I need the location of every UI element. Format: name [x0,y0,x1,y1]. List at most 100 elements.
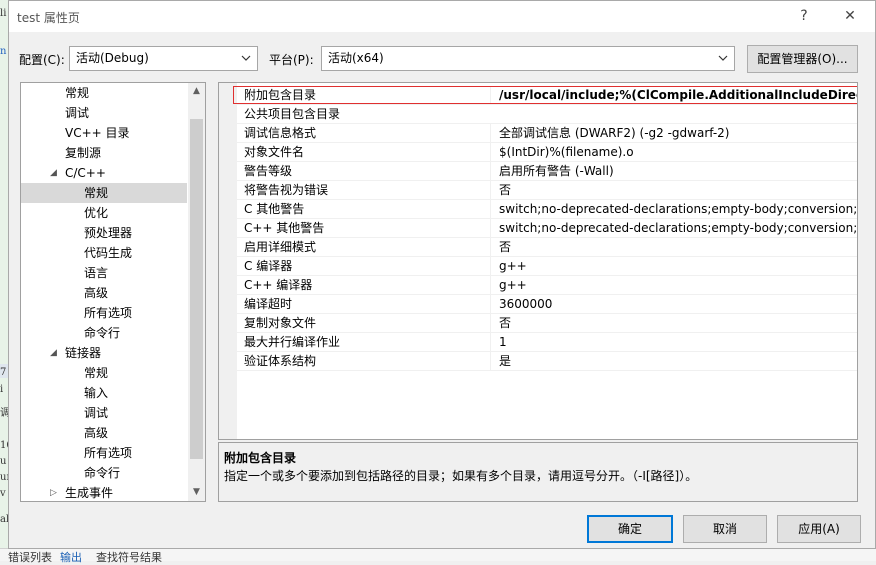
help-button[interactable]: ? [791,5,817,27]
property-name: 将警告视为错误 [244,183,329,197]
tree-item[interactable]: 代码生成 [21,243,187,263]
property-value[interactable]: 否 [490,181,857,199]
tree-item[interactable]: 所有选项 [21,303,187,323]
config-manager-button[interactable]: 配置管理器(O)... [747,45,858,73]
bg-fragment: v [0,488,6,499]
tree-item-label: C/C++ [65,166,106,180]
tree-item-label: VC++ 目录 [65,126,130,140]
property-value[interactable]: switch;no-deprecated-declarations;empty-… [490,200,857,218]
property-row[interactable]: 将警告视为错误 否 [219,181,857,200]
tree-item-label: 所有选项 [84,306,133,320]
cancel-button[interactable]: 取消 [683,515,767,543]
bg-fragment: 7 [0,367,7,378]
property-name: C 其他警告 [244,202,305,216]
tree-item[interactable]: 语言 [21,263,187,283]
bg-fragment: i [0,384,4,395]
property-pages-dialog: test 属性页 ? ✕ 配置(C): 活动(Debug) 平台(P): 活动(… [8,0,876,549]
bg-tab-find-symbol[interactable]: 查找符号结果 [96,549,162,565]
property-value[interactable]: 是 [490,352,857,370]
tree-item[interactable]: 预处理器 [21,223,187,243]
property-value[interactable]: switch;no-deprecated-declarations;empty-… [490,219,857,237]
property-row[interactable]: C 编译器 g++ [219,257,857,276]
property-row[interactable]: 调试信息格式 全部调试信息 (DWARF2) (-g2 -gdwarf-2) [219,124,857,143]
property-name: 复制对象文件 [244,316,317,330]
scroll-thumb[interactable] [190,119,203,459]
tree-item[interactable]: 调试 [21,103,187,123]
tree-item[interactable]: VC++ 目录 [21,123,187,143]
tree-item-label: 链接器 [65,346,102,360]
property-row[interactable]: 最大并行编译作业 1 [219,333,857,352]
property-row[interactable]: 启用详细模式 否 [219,238,857,257]
property-value[interactable]: 启用所有警告 (-Wall) [490,162,857,180]
tree-item-label: 常规 [84,366,109,380]
description-title: 附加包含目录 [224,451,297,465]
property-row[interactable]: C++ 编译器 g++ [219,276,857,295]
tree-item[interactable]: 输入 [21,383,187,403]
title-bar: test 属性页 ? ✕ [9,1,875,32]
property-tree[interactable]: 常规 调试 VC++ 目录 复制源 ◢ C/C++ 常规 优化 预处理器 代码生成 语言 高级 所有选项… [20,82,206,502]
tree-item[interactable]: 调试 [21,403,187,423]
property-value[interactable]: g++ [490,257,857,275]
tree-item[interactable]: ▷ 生成事件 [21,483,187,501]
tree-item[interactable]: 命令行 [21,463,187,483]
collapse-arrow-icon[interactable]: ◢ [50,343,57,363]
tree-item-label: 调试 [84,406,109,420]
platform-combo[interactable]: 活动(x64) [321,46,735,71]
tree-item[interactable]: 常规 [21,83,187,103]
tree-item-label: 命令行 [84,326,121,340]
property-name: 警告等级 [244,164,293,178]
tree-item[interactable]: 命令行 [21,323,187,343]
platform-combo-value: 活动(x64) [328,51,384,65]
close-button[interactable]: ✕ [837,5,863,27]
property-row[interactable]: C 其他警告 switch;no-deprecated-declarations;… [219,200,857,219]
scroll-down-icon[interactable]: ▼ [188,484,205,501]
bg-tab-output[interactable]: 输出 [60,549,82,565]
tree-item[interactable]: ◢ C/C++ [21,163,187,183]
expand-arrow-icon[interactable]: ▷ [50,483,57,501]
tree-item-label: 常规 [84,186,109,200]
property-grid[interactable]: 附加包含目录/usr/local/include;%(ClCompile.Add… [218,82,858,440]
property-row[interactable]: 验证体系结构 是 [219,352,857,371]
property-name: C++ 其他警告 [244,221,325,235]
ok-button[interactable]: 确定 [587,515,673,543]
tree-item[interactable]: 优化 [21,203,187,223]
property-value[interactable]: 1 [490,333,857,351]
config-combo[interactable]: 活动(Debug) [69,46,258,71]
tree-item[interactable]: 复制源 [21,143,187,163]
bg-fragment: u [0,456,7,467]
property-value[interactable]: $(IntDir)%(filename).o [490,143,857,161]
property-value[interactable]: 否 [490,314,857,332]
scroll-up-icon[interactable]: ▲ [188,83,205,100]
tree-item-label: 代码生成 [84,246,133,260]
property-value[interactable]: 全部调试信息 (DWARF2) (-g2 -gdwarf-2) [490,124,857,142]
property-value[interactable]: 否 [490,238,857,256]
tree-item[interactable]: 高级 [21,283,187,303]
platform-label: 平台(P): [269,53,314,67]
config-combo-value: 活动(Debug) [76,51,149,65]
tree-scrollbar[interactable]: ▲ ▼ [188,83,205,501]
property-row[interactable]: 公共项目包含目录 [219,105,857,124]
property-row[interactable]: C++ 其他警告 switch;no-deprecated-declaration… [219,219,857,238]
property-row[interactable]: 警告等级 启用所有警告 (-Wall) [219,162,857,181]
property-value[interactable]: g++ [490,276,857,294]
property-name: 验证体系结构 [244,354,317,368]
description-text: 指定一个或多个要添加到包括路径的目录；如果有多个目录，请用逗号分开。（-I[路径… [224,469,698,483]
property-row[interactable]: 编译超时 3600000 [219,295,857,314]
bg-tab-error-list[interactable]: 错误列表 [8,549,52,565]
apply-button[interactable]: 应用(A) [777,515,861,543]
tree-item[interactable]: 常规 [21,363,187,383]
bg-fragment: li [0,8,7,19]
property-row[interactable]: 对象文件名 $(IntDir)%(filename).o [219,143,857,162]
property-name: 调试信息格式 [244,126,317,140]
tree-item[interactable]: 所有选项 [21,443,187,463]
tree-item[interactable]: ◢ 链接器 [21,343,187,363]
collapse-arrow-icon[interactable]: ◢ [50,163,57,183]
tree-item-label: 预处理器 [84,226,133,240]
property-value[interactable]: 3600000 [490,295,857,313]
tree-item[interactable]: 高级 [21,423,187,443]
description-panel: 附加包含目录 指定一个或多个要添加到包括路径的目录；如果有多个目录，请用逗号分开… [218,442,858,502]
tree-item[interactable]: 常规 [21,183,187,203]
tree-item-label: 生成事件 [65,486,114,500]
property-row[interactable]: 复制对象文件 否 [219,314,857,333]
chevron-down-icon [718,55,728,61]
